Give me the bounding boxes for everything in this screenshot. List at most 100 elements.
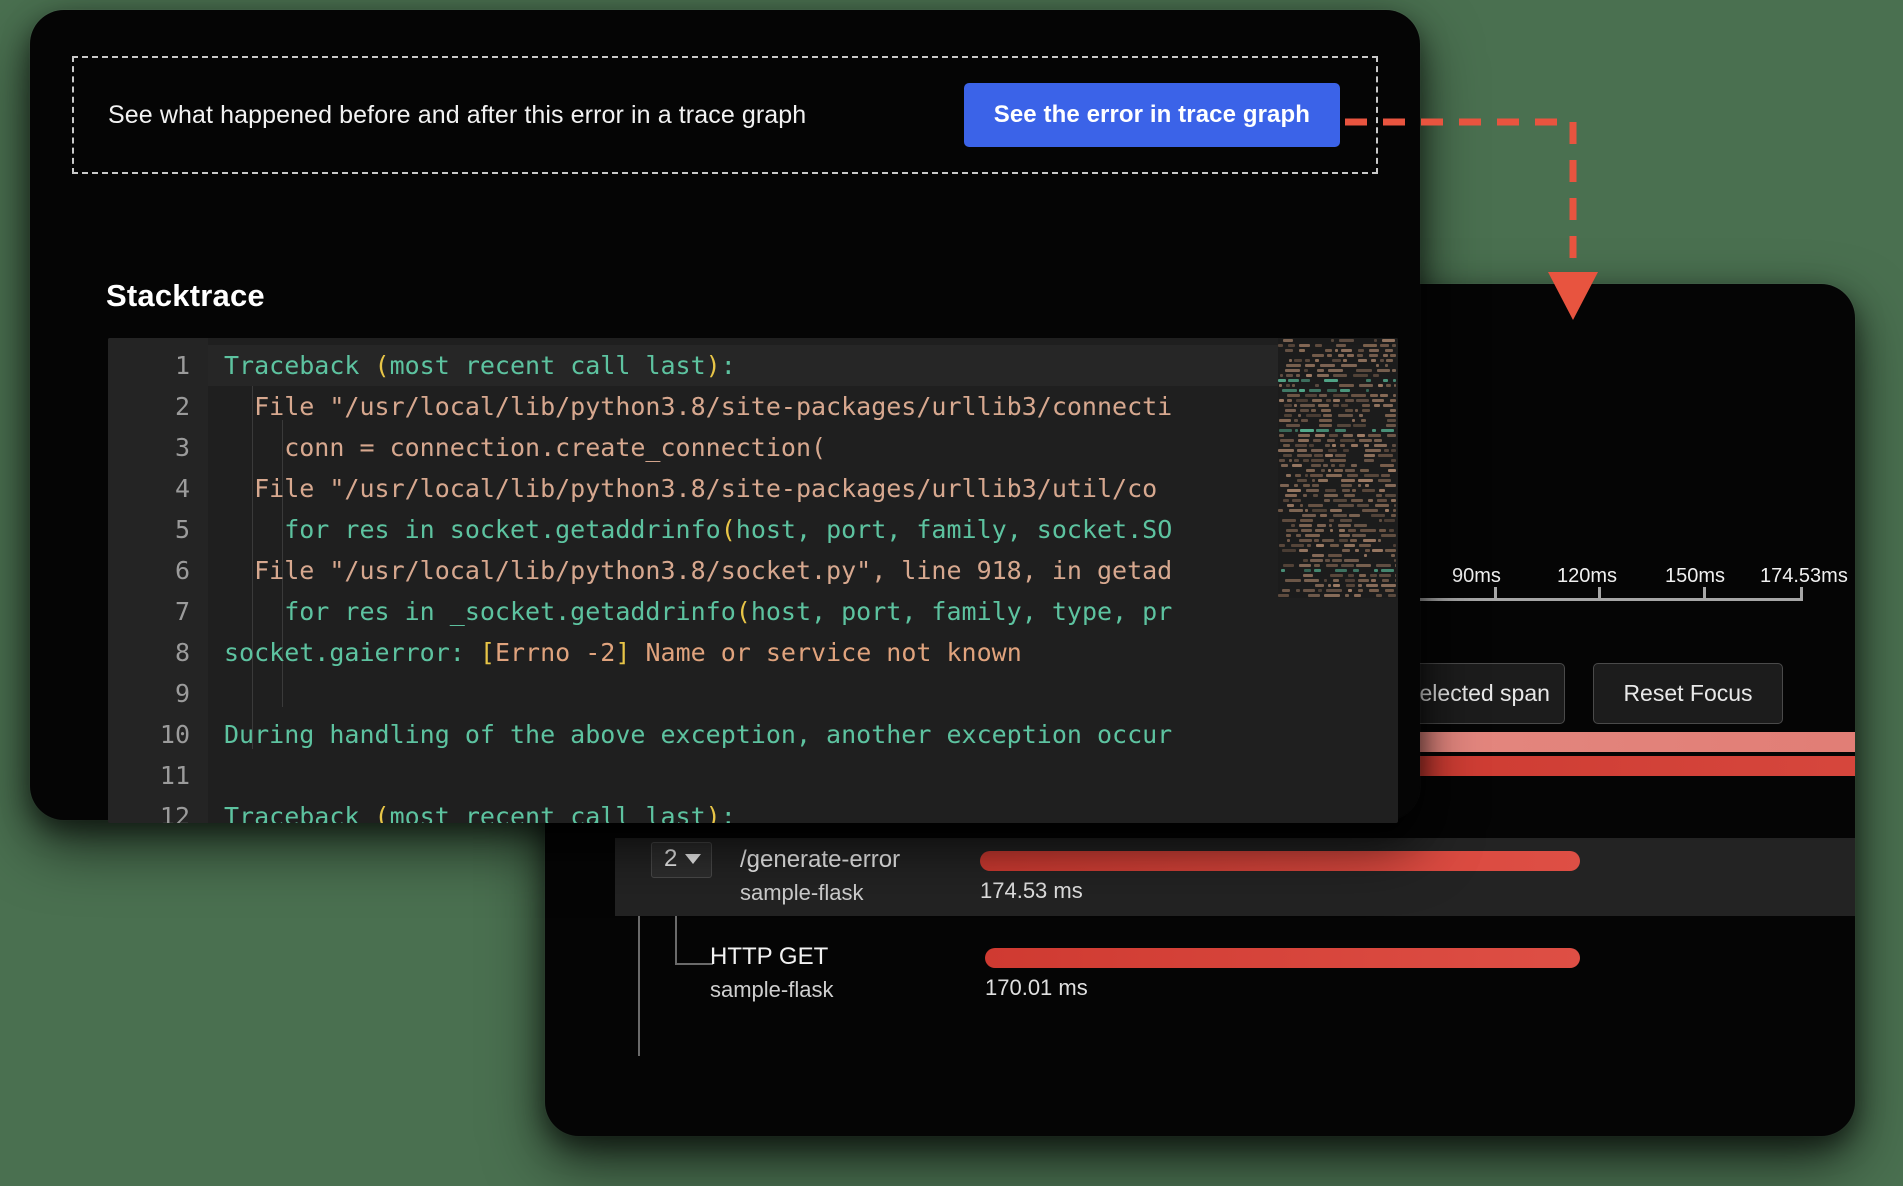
code-minimap[interactable] [1278, 338, 1398, 598]
minimap-token [1362, 409, 1370, 412]
minimap-token [1330, 459, 1346, 462]
minimap-token [1294, 404, 1297, 407]
code-line-number-gutter: 1 2 3 4 5 6 7 8 9 10 11 12 [108, 338, 208, 823]
minimap-token [1322, 539, 1334, 542]
minimap-token [1324, 579, 1327, 582]
minimap-token [1287, 394, 1300, 397]
minimap-token [1358, 579, 1369, 582]
minimap-token [1316, 544, 1324, 547]
minimap-token [1388, 469, 1396, 472]
minimap-token [1298, 414, 1301, 417]
span-label-column: 2 /generate-error sample-flask [615, 838, 1045, 916]
minimap-token [1278, 449, 1294, 452]
minimap-token [1279, 419, 1291, 422]
minimap-token [1327, 354, 1332, 357]
span-service-name: sample-flask [710, 977, 834, 1002]
minimap-token [1285, 494, 1297, 497]
minimap-token [1369, 354, 1378, 357]
stacktrace-code-block[interactable]: 1 2 3 4 5 6 7 8 9 10 11 12 Traceback (most recent c… [108, 338, 1398, 823]
span-duration-bar [985, 948, 1580, 968]
minimap-token [1359, 439, 1372, 442]
minimap-token [1380, 394, 1388, 397]
span-row-http-get[interactable]: HTTP GET sample-flask 170.01 ms [615, 935, 1855, 1013]
minimap-token [1383, 379, 1388, 382]
minimap-token [1354, 524, 1367, 527]
minimap-token [1329, 524, 1332, 527]
minimap-token [1286, 364, 1301, 367]
minimap-token [1303, 559, 1308, 562]
minimap-token [1362, 509, 1378, 512]
see-error-in-trace-graph-button[interactable]: See the error in trace graph [963, 83, 1340, 147]
minimap-token [1279, 544, 1285, 547]
minimap-token [1366, 379, 1371, 382]
code-content-area[interactable]: Traceback (most recent call last): File … [208, 338, 1398, 823]
minimap-token [1384, 449, 1389, 452]
minimap-token [1286, 374, 1293, 377]
minimap-token [1339, 339, 1354, 342]
minimap-token [1356, 369, 1372, 372]
minimap-token [1366, 584, 1378, 587]
minimap-token [1344, 494, 1355, 497]
minimap-token [1395, 574, 1396, 577]
minimap-token [1299, 344, 1310, 347]
minimap-token [1370, 394, 1378, 397]
minimap-token [1360, 469, 1369, 472]
minimap-token [1289, 459, 1292, 462]
minimap-token [1292, 464, 1302, 467]
minimap-token [1297, 449, 1307, 452]
minimap-token [1308, 504, 1323, 507]
minimap-token [1325, 444, 1330, 447]
minimap-token [1284, 414, 1292, 417]
minimap-token [1388, 594, 1396, 597]
minimap-token [1383, 404, 1393, 407]
minimap-token [1340, 439, 1355, 442]
minimap-token [1381, 569, 1394, 572]
minimap-token [1345, 594, 1349, 597]
minimap-token [1341, 349, 1352, 352]
span-child-count-toggle[interactable]: 2 [651, 842, 713, 878]
minimap-token [1287, 489, 1301, 492]
reset-focus-button[interactable]: Reset Focus [1593, 663, 1783, 724]
minimap-token [1305, 474, 1308, 477]
minimap-token [1299, 549, 1308, 552]
minimap-token [1324, 499, 1330, 502]
minimap-token [1325, 349, 1332, 352]
minimap-token [1283, 444, 1290, 447]
minimap-token [1303, 589, 1315, 592]
span-row-generate-error[interactable]: 2 /generate-error sample-flask 174.53 ms [615, 838, 1855, 916]
minimap-line [1278, 593, 1398, 598]
minimap-token [1341, 479, 1355, 482]
code-line: File "/usr/local/lib/python3.8/site-pack… [224, 474, 1158, 503]
trace-graph-cta-text: See what happened before and after this … [108, 100, 807, 129]
minimap-token [1332, 444, 1336, 447]
minimap-token [1312, 484, 1319, 487]
minimap-token [1327, 389, 1337, 392]
minimap-token [1338, 354, 1344, 357]
minimap-token [1304, 569, 1311, 572]
minimap-token [1283, 339, 1293, 342]
code-line-number: 11 [159, 761, 190, 790]
minimap-token [1302, 514, 1316, 517]
minimap-token [1358, 484, 1361, 487]
minimap-token [1314, 564, 1320, 567]
minimap-token [1381, 534, 1396, 537]
code-line: Traceback (most recent call last): [224, 802, 736, 823]
minimap-token [1319, 394, 1327, 397]
span-child-count-value: 2 [664, 845, 678, 872]
minimap-token [1385, 509, 1389, 512]
minimap-token [1318, 404, 1329, 407]
minimap-token [1330, 529, 1333, 532]
minimap-token [1328, 554, 1342, 557]
minimap-token [1318, 589, 1322, 592]
minimap-token [1341, 364, 1357, 367]
minimap-token [1341, 564, 1354, 567]
minimap-token [1282, 389, 1297, 392]
minimap-token [1385, 589, 1394, 592]
minimap-token [1347, 474, 1358, 477]
minimap-token [1348, 529, 1356, 532]
minimap-token [1308, 594, 1320, 597]
minimap-token [1385, 414, 1396, 417]
minimap-token [1320, 364, 1335, 367]
minimap-token [1301, 379, 1310, 382]
span-label-column: HTTP GET sample-flask [615, 935, 1045, 1013]
